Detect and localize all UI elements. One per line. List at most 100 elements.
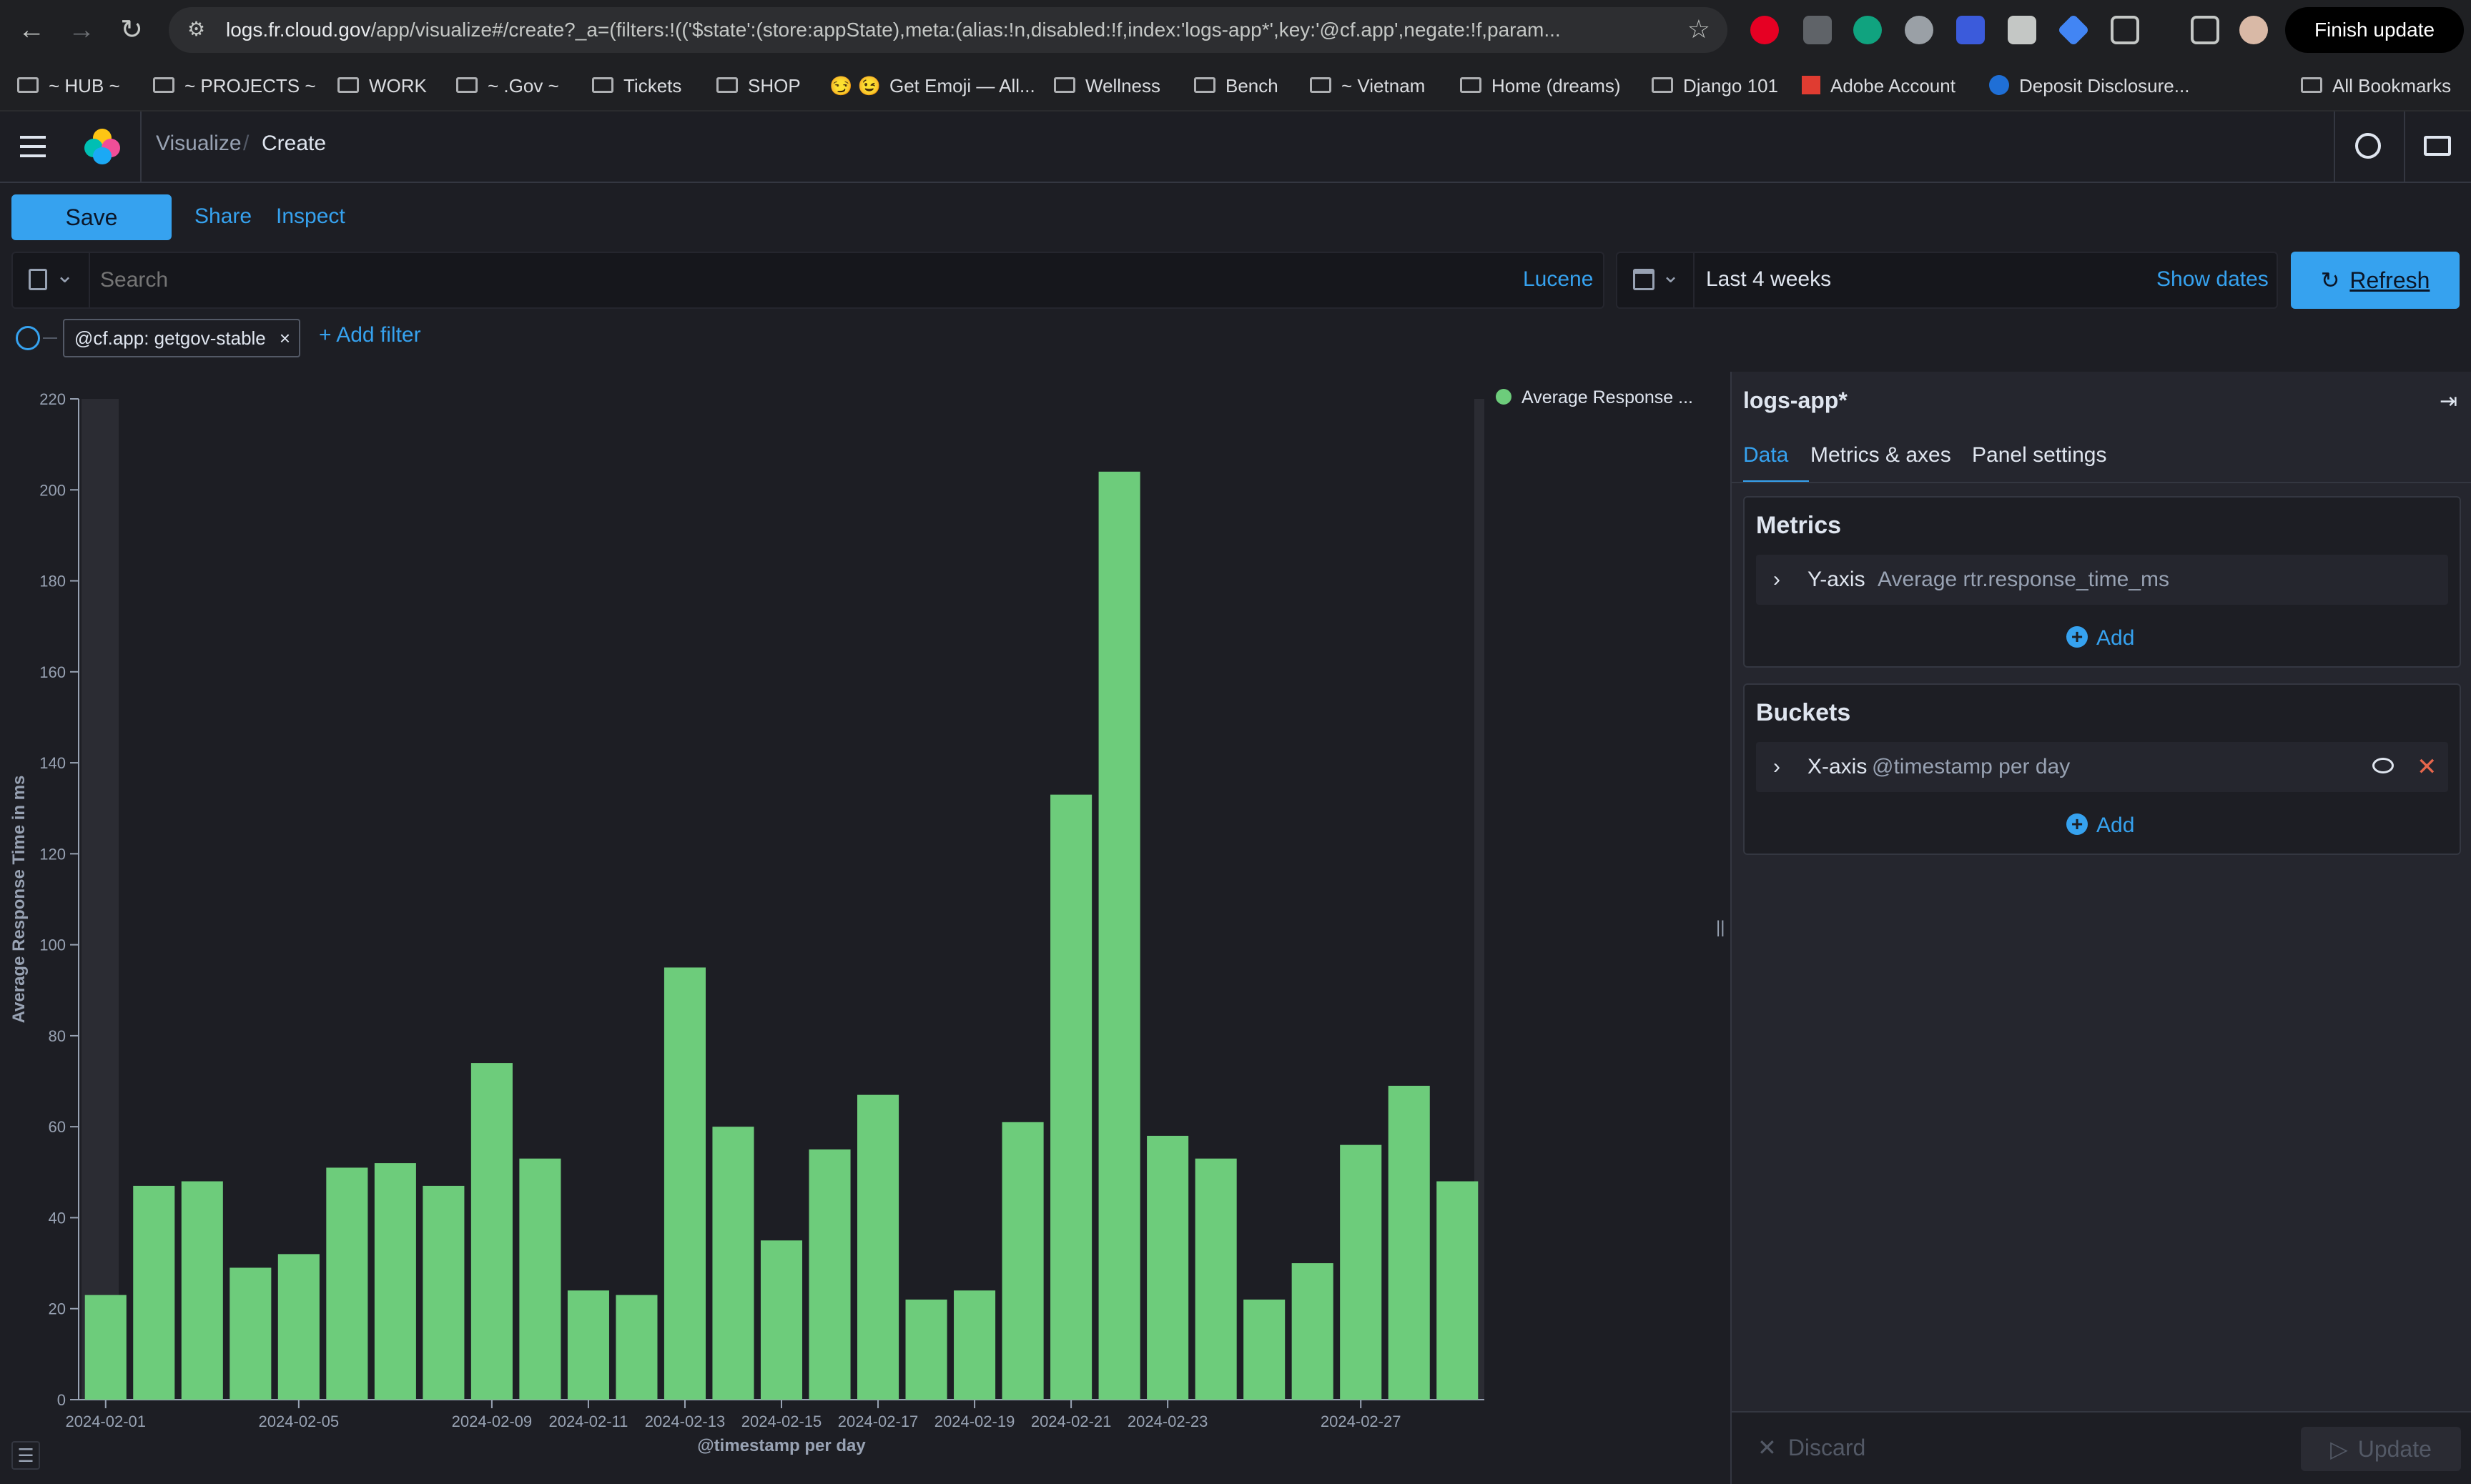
collapse-sidebar-icon[interactable]: ⇥ [2440,389,2457,414]
save-icon [29,269,47,290]
x-axis-title: @timestamp per day [697,1436,866,1455]
forward-icon[interactable]: → [64,13,99,47]
bar [1388,1085,1430,1400]
bar [1340,1144,1382,1400]
y-tick-label: 40 [49,1209,66,1227]
metric-y-axis-row[interactable]: › Y-axis Average rtr.response_time_ms [1756,555,2448,605]
bookmark-adobe[interactable]: Adobe Account [1802,60,1955,112]
inspect-button[interactable]: Inspect [276,204,345,229]
plus-icon: + [2066,813,2088,836]
close-icon[interactable]: × [280,320,290,356]
extension-icon[interactable] [1803,16,1832,44]
bookmark-vietnam[interactable]: ~ Vietnam [1310,60,1425,112]
emoji-icon: 😏 😉 [829,75,881,97]
bar [712,1127,754,1400]
bookmark-projects[interactable]: ~ PROJECTS ~ [153,60,316,112]
finish-update-button[interactable]: Finish update [2285,7,2464,53]
discard-button[interactable]: ✕ Discard [1757,1434,1865,1461]
add-bucket-button[interactable]: + Add [2066,808,2134,844]
bar [181,1181,223,1400]
bar [567,1290,609,1400]
buckets-title: Buckets [1756,699,1851,726]
newsfeed-icon[interactable] [2424,136,2451,156]
saved-query-menu[interactable]: ⌄ [13,253,90,307]
bar [519,1158,561,1400]
folder-icon [337,77,359,94]
back-icon[interactable]: ← [14,13,49,47]
refresh-button[interactable]: ↻ Refresh [2291,252,2460,309]
resize-handle-icon[interactable]: || [1716,918,1725,938]
bookmark-all[interactable]: All Bookmarks [2301,60,2451,112]
bookmark-wellness[interactable]: Wellness [1054,60,1160,112]
breadcrumb-visualize[interactable]: Visualize [156,132,242,156]
bookmark-deposit[interactable]: Deposit Disclosure... [1989,60,2189,112]
bar [1291,1263,1333,1400]
y-tick-label: 180 [39,573,66,590]
bookmark-get-emoji[interactable]: 😏 😉 Get Emoji — All... [829,60,1035,112]
y-tick-label: 220 [39,390,66,408]
profile-avatar[interactable] [2239,16,2268,44]
bookmark-django[interactable]: Django 101 [1652,60,1778,112]
bookmark-shop[interactable]: SHOP [716,60,801,112]
quick-menu-button[interactable]: ⌄ [1617,253,1695,307]
share-button[interactable]: Share [194,204,252,229]
filter-pill-label: @cf.app: getgov-stable [74,327,266,349]
bookmark-work[interactable]: WORK [337,60,427,112]
pinterest-extension-icon[interactable] [1750,16,1779,44]
query-bar: ⌄ Lucene [11,252,1604,309]
query-language-button[interactable]: Lucene [1523,267,1593,292]
bookmark-tickets[interactable]: Tickets [592,60,681,112]
chevron-right-icon: › [1773,568,1780,591]
extensions-puzzle-icon[interactable] [2111,16,2139,44]
save-button[interactable]: Save [11,194,172,240]
side-panel-icon[interactable] [2191,16,2219,44]
folder-icon [153,77,174,94]
date-range-label[interactable]: Last 4 weeks [1706,267,1831,292]
add-metric-button[interactable]: + Add [2066,620,2134,656]
bucket-x-axis-row[interactable]: › X-axis @timestamp per day ✕ [1756,742,2448,792]
help-icon[interactable] [2355,133,2381,159]
y-tick-label: 20 [49,1300,66,1318]
reload-icon[interactable]: ↻ [114,13,149,47]
bar [1243,1300,1286,1400]
y-tick-label: 140 [39,754,66,772]
site-settings-icon[interactable]: ⚙ [187,17,212,41]
menu-icon[interactable] [20,136,46,157]
eye-icon[interactable] [2372,758,2394,773]
y-axis-title: Average Response Time in ms [9,776,29,1024]
grammarly-extension-icon[interactable] [1853,16,1882,44]
x-tick-label: 2024-02-23 [1128,1413,1208,1430]
bar [1050,794,1093,1400]
bar [470,1063,513,1400]
update-button[interactable]: ▷ Update [2301,1427,2461,1471]
address-bar[interactable]: ⚙ logs.fr.cloud.gov/app/visualize#/creat… [169,7,1727,53]
tab-metrics-axes[interactable]: Metrics & axes [1810,443,1951,468]
tab-panel-settings[interactable]: Panel settings [1972,443,2106,468]
bookmark-bench[interactable]: Bench [1194,60,1278,112]
filter-pill[interactable]: @cf.app: getgov-stable × [63,319,300,357]
show-dates-button[interactable]: Show dates [2156,267,2269,292]
chart-legend[interactable]: Average Response ... [1496,387,1693,408]
search-input[interactable] [99,259,1500,302]
refresh-icon: ↻ [2320,267,2340,293]
bookmark-home-dreams[interactable]: Home (dreams) [1460,60,1621,112]
bookmark-star-icon[interactable]: ☆ [1687,14,1710,44]
bank-icon [1989,75,2009,96]
bookmark-gov[interactable]: ~ .Gov ~ [456,60,559,112]
bookmark-extension-icon[interactable] [1956,16,1985,44]
url-text: logs.fr.cloud.gov/app/visualize#/create?… [226,19,1561,41]
filter-options-icon[interactable] [16,326,40,350]
k-extension-icon[interactable] [1905,16,1933,44]
list-toggle-icon[interactable]: ☰ [11,1441,40,1470]
bar [1195,1158,1237,1400]
elastic-logo-icon[interactable] [84,129,120,164]
add-filter-button[interactable]: + Add filter [319,323,421,347]
metrics-title: Metrics [1756,512,1842,539]
remove-icon[interactable]: ✕ [2417,742,2437,792]
tab-data[interactable]: Data [1743,443,1788,468]
plus-icon: + [2066,626,2088,648]
bookmark-hub[interactable]: ~ HUB ~ [17,60,120,112]
x-tick-label: 2024-02-13 [645,1413,726,1430]
diamond-extension-icon[interactable] [2057,14,2090,46]
screenshot-extension-icon[interactable] [2008,16,2036,44]
